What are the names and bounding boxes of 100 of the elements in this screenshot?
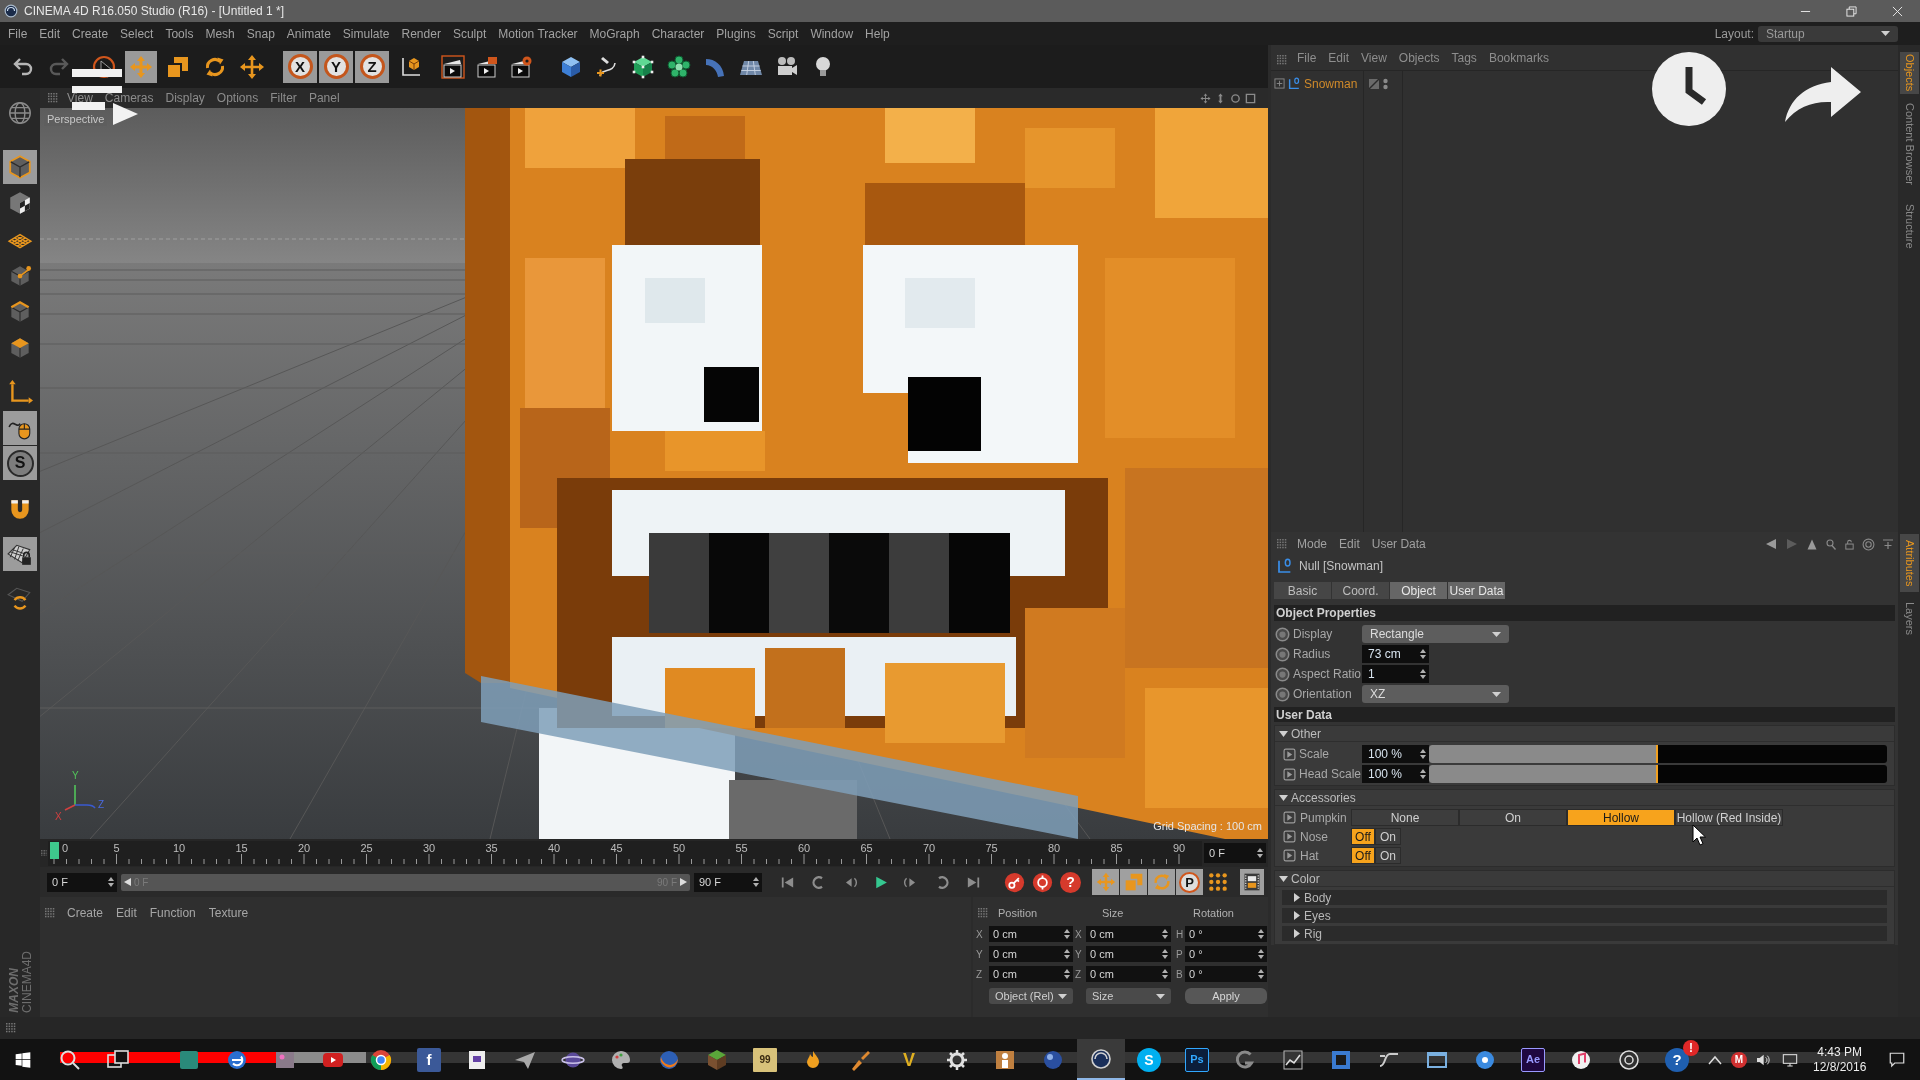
target-icon[interactable] (1862, 537, 1875, 551)
menu-item[interactable]: Simulate (342, 24, 390, 43)
menu-item[interactable]: Plugins (716, 24, 756, 43)
menu-item[interactable]: Mode (1297, 535, 1328, 553)
axis-toggle-button[interactable]: Y (319, 50, 353, 83)
menu-item[interactable]: View (67, 91, 93, 105)
subgroup-title[interactable]: Body (1304, 888, 1332, 907)
coordinate-field[interactable]: 0 cm (989, 966, 1073, 982)
caret-down-icon[interactable] (1279, 730, 1288, 737)
app-button[interactable] (1077, 1039, 1125, 1080)
split-square-icon[interactable] (1368, 77, 1380, 90)
new-panel-icon[interactable] (1882, 537, 1894, 551)
radio-ring-icon[interactable] (1275, 686, 1290, 702)
lock-icon[interactable] (1844, 537, 1855, 551)
play-square-icon[interactable] (1283, 747, 1296, 761)
caret-right-icon[interactable] (1294, 929, 1300, 938)
radio-ring-icon[interactable] (1275, 666, 1290, 682)
current-frame-field[interactable]: 0 F (1204, 843, 1266, 863)
side-tab[interactable]: Content Browser (1899, 104, 1919, 184)
move-view-icon[interactable] (1200, 92, 1211, 104)
menu-item[interactable]: Tags (1451, 49, 1477, 67)
radio-ring-icon[interactable] (1275, 626, 1290, 642)
slider-fill[interactable] (1429, 745, 1658, 763)
number-field[interactable]: 73 cm (1362, 645, 1429, 663)
menu-item[interactable]: View (1361, 49, 1387, 67)
option-button[interactable]: None (1351, 809, 1459, 826)
caret-down-icon[interactable] (1279, 875, 1288, 882)
option-button[interactable]: On (1459, 809, 1567, 826)
menu-item[interactable]: Script (767, 24, 799, 43)
layout-dropdown[interactable]: Startup (1758, 25, 1898, 42)
back-arrow-icon[interactable] (1764, 538, 1778, 550)
coordinate-field[interactable]: 0 cm (989, 946, 1073, 962)
dropdown[interactable]: XZ (1362, 685, 1509, 703)
menu-item[interactable]: Cameras (104, 91, 154, 105)
menu-item[interactable]: Create (67, 904, 104, 922)
menu-item[interactable]: File (8, 24, 28, 43)
menu-item[interactable]: Texture (208, 904, 249, 922)
menu-item[interactable]: Edit (39, 24, 61, 43)
tab[interactable]: User Data (1448, 582, 1505, 599)
menu-item[interactable]: Sculpt (452, 24, 487, 43)
menu-item[interactable]: Bookmarks (1488, 49, 1549, 67)
play-square-icon[interactable] (1283, 767, 1296, 781)
option-button[interactable]: Hollow (Red Inside) (1675, 809, 1783, 826)
caret-down-icon[interactable] (1279, 794, 1288, 801)
mode-dropdown[interactable]: Object (Rel) (989, 988, 1073, 1004)
group-title[interactable]: Other (1291, 724, 1321, 743)
app-button[interactable]: Ps (1185, 1047, 1209, 1072)
keyframe-selection-button[interactable]: ? (1060, 871, 1081, 893)
playhead[interactable] (50, 841, 59, 859)
option-button[interactable]: Hollow (1567, 809, 1675, 826)
menu-item[interactable]: Window (810, 24, 854, 43)
tab[interactable]: Coord. (1332, 582, 1389, 599)
snap-toggle-button[interactable]: S (3, 446, 37, 480)
monitor-icon[interactable] (1781, 1051, 1799, 1068)
play-square-icon[interactable] (1283, 849, 1296, 862)
menu-item[interactable]: Character (651, 24, 705, 43)
menu-item[interactable]: Edit (116, 904, 137, 922)
axis-toggle-button[interactable]: X (283, 50, 317, 83)
tool-button[interactable] (125, 50, 157, 83)
group-title[interactable]: Color (1291, 869, 1320, 888)
side-tab[interactable]: Layers (1899, 601, 1919, 636)
menu-item[interactable]: Objects (1398, 49, 1440, 67)
caret-right-icon[interactable] (1294, 893, 1300, 902)
menu-item[interactable]: File (1297, 49, 1317, 67)
number-field[interactable]: 100 % (1362, 745, 1429, 763)
record-button[interactable] (1002, 871, 1026, 893)
record-button[interactable] (1030, 871, 1054, 893)
key-filter-button[interactable]: P (1176, 869, 1203, 895)
menu-item[interactable]: Tools (165, 24, 194, 43)
menu-item[interactable]: Help (865, 24, 890, 43)
object-name[interactable]: Snowman (1304, 74, 1358, 93)
menu-item[interactable]: Motion Tracker (498, 24, 578, 43)
subgroup-title[interactable]: Eyes (1304, 906, 1331, 925)
share-arrow-icon[interactable] (1785, 67, 1861, 122)
side-tab[interactable]: Structure (1899, 202, 1919, 251)
plus-box-icon[interactable] (1274, 78, 1285, 89)
menu-item[interactable]: Edit (1328, 49, 1350, 67)
coordinate-field[interactable]: 0 cm (989, 926, 1073, 942)
tray-badge[interactable]: M (1731, 1051, 1747, 1068)
play-square-icon[interactable] (1283, 830, 1296, 843)
tool-button[interactable] (3, 537, 37, 571)
apply-button[interactable]: Apply (1185, 988, 1267, 1004)
slider-fill[interactable] (1429, 765, 1658, 783)
subgroup-title[interactable]: Rig (1304, 924, 1322, 943)
group-title[interactable]: Accessories (1291, 788, 1356, 807)
tab[interactable]: Object (1390, 582, 1447, 599)
menu-item[interactable]: Edit (1339, 535, 1360, 553)
coordinate-field[interactable]: 0 ° (1185, 946, 1267, 962)
timeline-layout-button[interactable] (1240, 869, 1264, 895)
maximize-view-icon[interactable] (1245, 92, 1256, 104)
menu-item[interactable]: Options (216, 91, 259, 105)
app-button[interactable]: ? (1665, 1047, 1689, 1072)
coordinate-field[interactable]: 0 cm (1086, 926, 1171, 942)
coordinate-field[interactable]: 0 ° (1185, 966, 1267, 982)
end-frame-field[interactable]: 90 F (694, 872, 762, 892)
menu-item[interactable]: Create (72, 24, 109, 43)
timeline-ruler[interactable]: 0 5 10 15 20 25 30 35 40 45 50 55 60 65 70 75 80 85 90 (48, 840, 1202, 866)
app-button[interactable]: 99 (753, 1047, 777, 1072)
dropdown[interactable]: Rectangle (1362, 625, 1509, 643)
option-button[interactable]: Off (1351, 828, 1375, 845)
